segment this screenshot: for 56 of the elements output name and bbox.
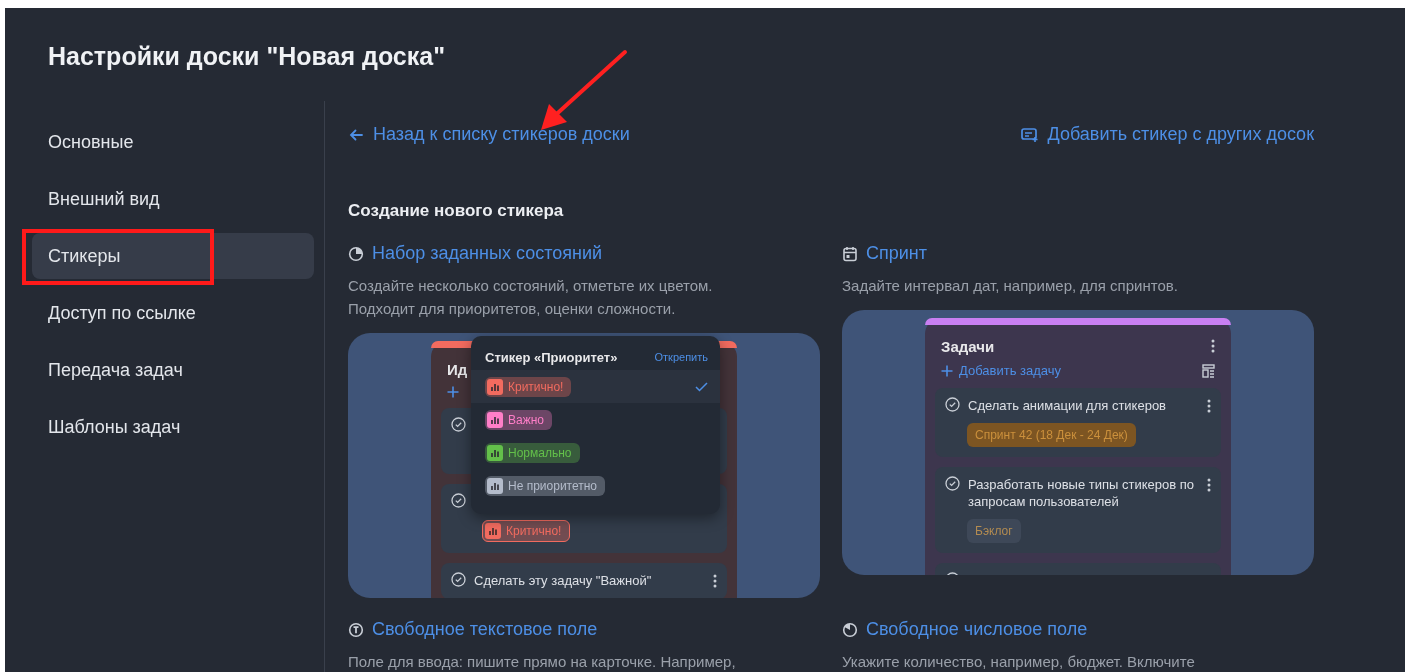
window-title: Настройки доски "Новая доска" xyxy=(48,42,447,71)
check-circle-icon xyxy=(451,493,466,508)
pie-icon xyxy=(348,245,364,262)
sticker-type-link[interactable]: Свободное текстовое поле xyxy=(348,619,820,640)
check-circle-icon xyxy=(451,417,466,432)
sticker-type-description: Задайте интервал дат, например, для спринтов. xyxy=(842,276,1179,296)
priority-option[interactable]: Критично! xyxy=(471,370,720,403)
section-title: Создание нового стикера xyxy=(348,201,565,221)
sidebar-item[interactable]: Стикеры xyxy=(32,233,314,279)
more-icon xyxy=(1207,399,1211,413)
priority-badge: Не приоритетно xyxy=(485,475,606,496)
column-title: Задачи xyxy=(941,337,995,355)
plus-icon xyxy=(447,386,459,398)
plus-icon xyxy=(941,364,953,377)
popup-title: Стикер «Приоритет» xyxy=(485,349,618,365)
priority-badge: Критично! xyxy=(485,376,572,397)
back-link[interactable]: Назад к списку стикеров доски xyxy=(348,124,630,145)
task-title: Разработать новые типы стикеров по запросам пользователей xyxy=(968,476,1195,510)
sticker-type-link[interactable]: Набор заданных состояний xyxy=(348,243,820,264)
sticker-type-link[interactable]: Свободное числовое поле xyxy=(842,619,1314,640)
check-circle-icon xyxy=(945,476,960,491)
checkmark-icon xyxy=(695,381,708,392)
card-plus-icon xyxy=(1020,126,1039,143)
text-circle-icon xyxy=(348,621,364,638)
check-circle-icon xyxy=(945,397,960,412)
unpin-link[interactable]: Открепить xyxy=(654,351,708,363)
priority-badge: Важно xyxy=(485,409,552,430)
sticker-type-description: Укажите количество, например, бюджет. Включите xyxy=(842,652,1196,672)
archive-icon xyxy=(1202,363,1215,378)
task-title: Сделать анимации для стикеров xyxy=(968,397,1168,414)
sidebar-item[interactable]: Передача задач xyxy=(48,347,314,393)
priority-badge: Нормально xyxy=(485,442,580,463)
sticker-type-description: Создайте несколько состояний, отметьте их цветом. Подходит для приоритетов, оценки сложности. xyxy=(348,276,714,319)
calendar-icon xyxy=(842,245,858,262)
sticker-tag: Бэклог xyxy=(967,519,1021,543)
sticker-type-description: Поле для ввода: пишите прямо на карточке. Например, xyxy=(348,652,737,672)
sticker-tag: Спринт 42 (18 Дек - 24 Дек) xyxy=(967,423,1136,447)
priority-option[interactable]: Важно xyxy=(471,403,720,436)
sticker-type-link[interactable]: Спринт xyxy=(842,243,1314,264)
more-icon xyxy=(1207,478,1211,492)
sidebar-item[interactable]: Основные xyxy=(48,119,314,165)
add-task-link[interactable]: Добавить задачу xyxy=(941,363,1062,378)
check-circle-icon xyxy=(451,572,466,587)
sidebar-item[interactable]: Внешний вид xyxy=(48,176,314,222)
sidebar-item[interactable]: Шаблоны задач xyxy=(48,404,314,450)
priority-option[interactable]: Не приоритетно xyxy=(471,469,720,502)
gauge-icon xyxy=(842,621,858,638)
sidebar-item[interactable]: Доступ по ссылке xyxy=(48,290,314,336)
more-icon xyxy=(1211,339,1215,353)
priority-option[interactable]: Нормально xyxy=(471,436,720,469)
add-task-link[interactable] xyxy=(447,386,459,398)
task-title: Сделать эту задачу "Важной" xyxy=(474,572,653,589)
add-sticker-link[interactable]: Добавить стикер с других досок xyxy=(1020,124,1314,145)
column-title: Ид xyxy=(447,360,468,378)
more-icon xyxy=(713,574,717,588)
priority-badge: Критично! xyxy=(482,520,571,542)
